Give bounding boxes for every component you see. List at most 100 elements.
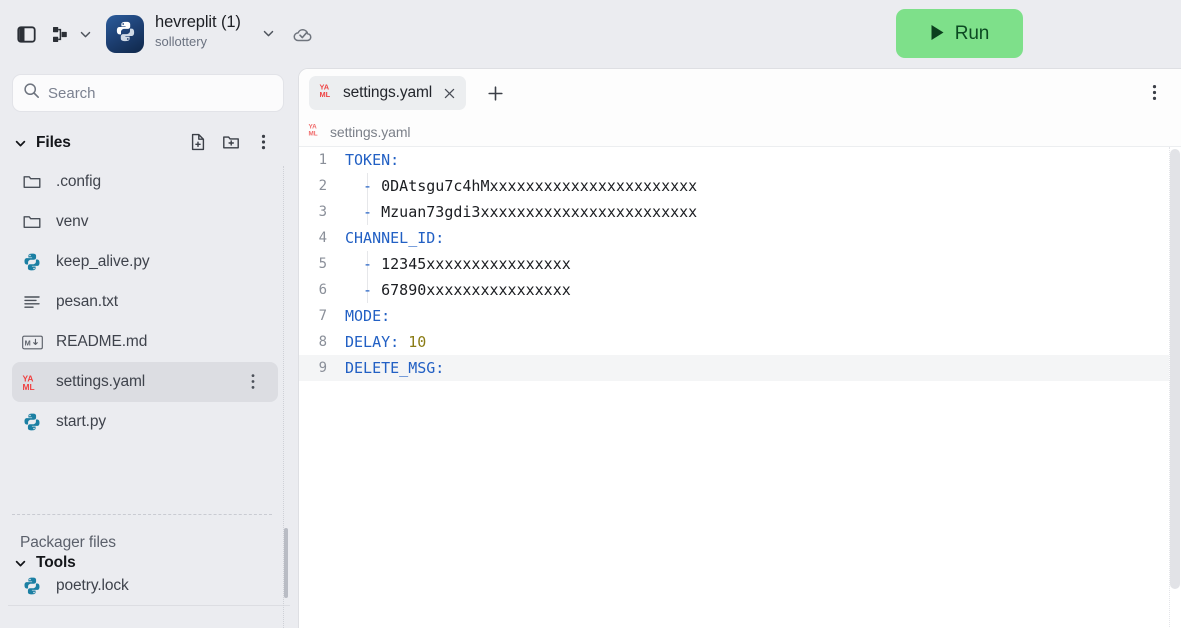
file-name: poetry.lock [56,577,129,595]
packager-divider [12,514,272,515]
top-toolbar: hevreplit (1) sollottery Run [0,0,1181,68]
code-line[interactable]: 4CHANNEL_ID: [299,225,1181,251]
file-name: venv [56,213,88,231]
close-icon[interactable] [440,84,459,103]
svg-text:ML: ML [308,130,317,137]
project-chevron-down-icon[interactable] [258,23,278,43]
line-number: 9 [299,360,345,376]
markdown-icon: M [22,331,48,353]
tools-section-header[interactable]: Tools [0,548,290,578]
line-number: 8 [299,334,345,350]
code-line[interactable]: 7MODE: [299,303,1181,329]
search-box[interactable] [12,74,284,112]
file-row[interactable]: start.py [12,402,278,442]
python-icon [22,575,48,597]
code-text: - Mzuan73gdi3xxxxxxxxxxxxxxxxxxxxxxxx [345,203,697,221]
tools-divider [8,605,290,606]
file-name: keep_alive.py [56,253,150,271]
run-button[interactable]: Run [896,9,1023,58]
code-text: - 12345xxxxxxxxxxxxxxxx [345,255,571,273]
yaml-icon: YAML [22,373,41,392]
file-row[interactable]: M README.md [12,322,278,362]
project-owner: sollottery [155,33,261,50]
python-icon [22,252,42,272]
code-text: - 0DAtsgu7c4hMxxxxxxxxxxxxxxxxxxxxxxx [345,177,697,195]
line-number: 5 [299,256,345,272]
code-text: MODE: [345,307,390,325]
file-row[interactable]: pesan.txt [12,282,278,322]
folder-icon [22,212,42,232]
code-text: TOKEN: [345,151,399,169]
python-icon [22,411,48,433]
project-avatar [106,15,144,53]
python-icon [22,576,42,596]
code-line[interactable]: 1TOKEN: [299,147,1181,173]
code-line[interactable]: 3 - Mzuan73gdi3xxxxxxxxxxxxxxxxxxxxxxxx [299,199,1181,225]
tools-section-title: Tools [36,554,76,572]
line-number: 6 [299,282,345,298]
files-actions [187,131,274,152]
svg-text:M: M [25,338,31,347]
folder-icon [22,211,48,233]
sidebar-scrollbar-thumb[interactable] [284,528,288,598]
new-folder-icon[interactable] [220,131,241,152]
search-icon [23,82,40,104]
line-number: 2 [299,178,345,194]
text-file-icon [22,291,48,313]
breadcrumb-label: settings.yaml [330,124,410,140]
code-line[interactable]: 9DELETE_MSG: [299,355,1181,381]
layout-branch-icon[interactable] [47,21,73,47]
sidebar-toggle-icon[interactable] [13,21,39,47]
file-name: README.md [56,333,147,351]
plus-icon[interactable] [482,80,508,106]
svg-text:ML: ML [23,382,35,392]
editor-tabstrip: YA ML settings.yaml [299,69,1181,117]
replit-workspace: hevreplit (1) sollottery Run [0,0,1181,628]
tab-label: settings.yaml [343,84,432,102]
line-number: 1 [299,152,345,168]
yaml-icon: YA ML [319,82,336,104]
new-file-icon[interactable] [187,131,208,152]
python-logo-icon [114,20,137,48]
code-editor[interactable]: 1TOKEN:2 - 0DAtsgu7c4hMxxxxxxxxxxxxxxxxx… [299,147,1181,628]
code-text: - 67890xxxxxxxxxxxxxxxx [345,281,571,299]
files-chevron-down-icon[interactable] [14,137,28,150]
editor-kebab-menu-icon[interactable] [1152,83,1170,103]
code-line[interactable]: 5 - 12345xxxxxxxxxxxxxxxx [299,251,1181,277]
svg-text:ML: ML [320,90,331,99]
folder-icon [22,171,48,193]
file-list: .config venv keep_alive.py pesan.txt M README… [0,162,290,442]
files-section-title: Files [36,134,71,152]
code-text: CHANNEL_ID: [345,229,444,247]
file-row[interactable]: keep_alive.py [12,242,278,282]
markdown-icon: M [22,335,43,350]
files-kebab-menu-icon[interactable] [253,131,274,152]
file-row-kebab-menu-icon[interactable] [251,373,267,391]
line-number: 7 [299,308,345,324]
tools-chevron-down-icon[interactable] [14,557,28,570]
file-row[interactable]: venv [12,202,278,242]
code-line[interactable]: 6 - 67890xxxxxxxxxxxxxxxx [299,277,1181,303]
yaml-icon: YAML [22,371,48,393]
play-icon [930,24,945,44]
file-name: .config [56,173,101,191]
file-name: start.py [56,413,106,431]
file-row[interactable]: YAMLsettings.yaml [12,362,278,402]
line-number: 4 [299,230,345,246]
python-icon [22,251,48,273]
layout-chevron-down-icon[interactable] [75,24,95,44]
search-input[interactable] [48,85,263,102]
cloud-check-icon[interactable] [290,22,316,48]
svg-text:YA: YA [308,123,317,130]
editor-scrollbar-thumb[interactable] [1170,149,1180,589]
tab-settings-yaml[interactable]: YA ML settings.yaml [309,76,466,110]
text-file-icon [22,292,42,312]
project-info[interactable]: hevreplit (1) sollottery [155,12,261,50]
code-line[interactable]: 8DELAY: 10 [299,329,1181,355]
code-line[interactable]: 2 - 0DAtsgu7c4hMxxxxxxxxxxxxxxxxxxxxxxx [299,173,1181,199]
file-row[interactable]: .config [12,162,278,202]
breadcrumb-yaml-icon: YA ML [308,122,323,142]
python-icon [22,412,42,432]
editor-pane: YA ML settings.yaml [298,68,1181,628]
breadcrumb[interactable]: YA ML settings.yaml [299,117,1181,147]
